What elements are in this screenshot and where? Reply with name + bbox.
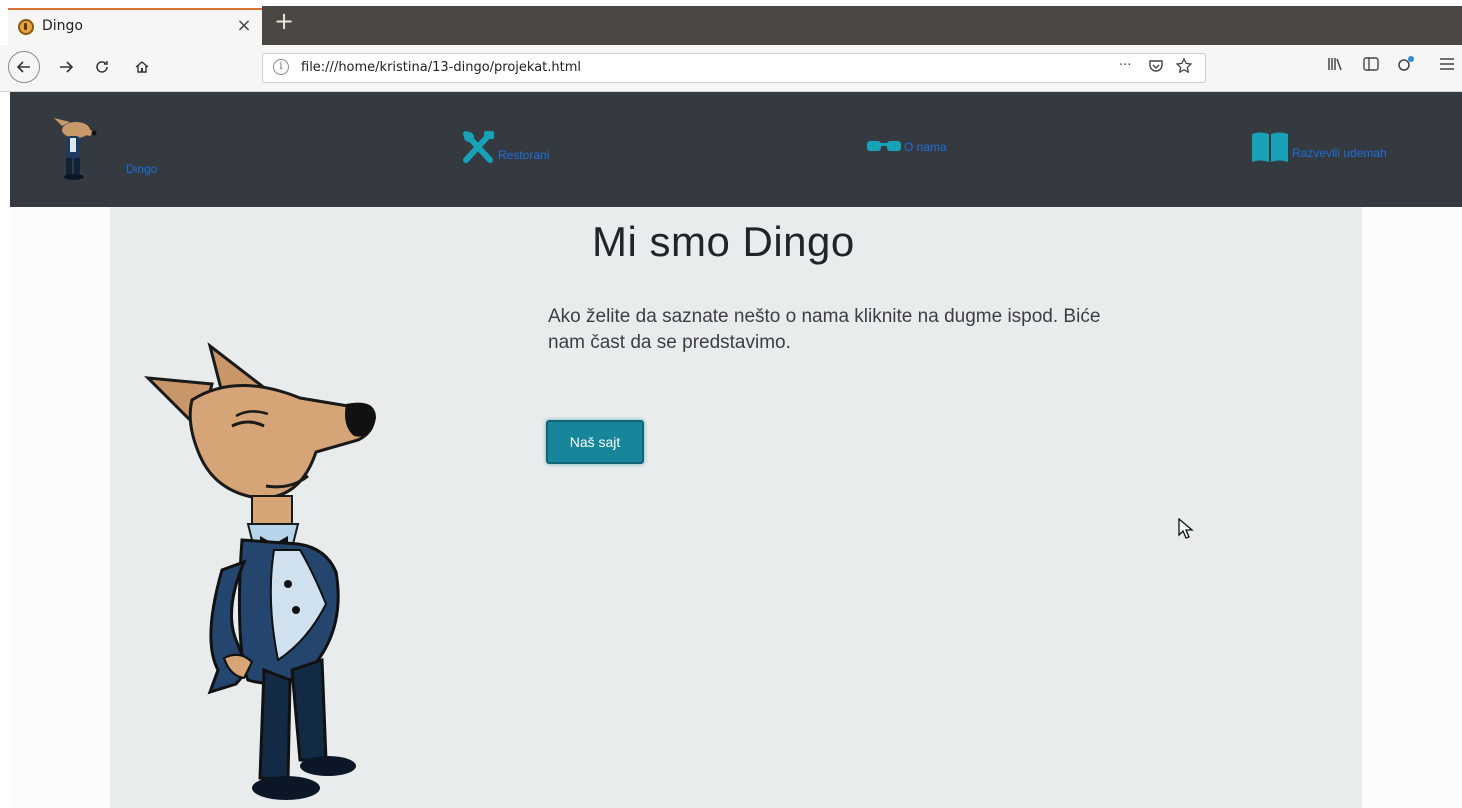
nav-item-restorani[interactable]: Restorani	[460, 130, 549, 166]
library-icon[interactable]	[1326, 55, 1344, 77]
reload-button[interactable]	[88, 53, 116, 81]
nav-label-book: Razvevili udemah	[1292, 146, 1387, 160]
browser-tab[interactable]: Dingo ×	[8, 8, 262, 45]
hero-title: Mi smo Dingo	[592, 218, 855, 265]
menu-icon[interactable]	[1438, 55, 1456, 77]
forward-arrow-icon	[60, 61, 74, 73]
sidebar-icon[interactable]	[1362, 55, 1380, 77]
page-actions-icon[interactable]: ···	[1119, 58, 1131, 73]
back-button[interactable]	[8, 51, 40, 83]
close-tab-button[interactable]: ×	[234, 14, 254, 38]
bookmark-star-icon[interactable]	[1175, 57, 1193, 79]
reload-icon	[96, 61, 108, 73]
nav-item-dingo[interactable]: Dingo	[48, 114, 157, 180]
site-header: Dingo Restorani O nama Razvevili udemah	[10, 92, 1462, 207]
hero-description: Ako želite da saznate nešto o nama klikn…	[548, 306, 1101, 353]
nas-sajt-button[interactable]: Naš sajt	[546, 420, 644, 464]
back-arrow-icon	[16, 61, 30, 73]
tab-title: Dingo	[42, 18, 83, 34]
new-tab-button[interactable]: +	[272, 9, 296, 34]
extension-icon[interactable]	[1396, 55, 1416, 77]
dingo-mascot-illustration	[143, 342, 376, 800]
pocket-icon[interactable]	[1147, 57, 1165, 79]
dingo-logo-icon	[54, 118, 97, 180]
forward-button[interactable]	[52, 53, 80, 81]
mouse-pointer-icon	[1178, 518, 1194, 539]
browser-tabstrip: Dingo × +	[0, 0, 1462, 45]
nav-item-book[interactable]: Razvevili udemah	[1250, 130, 1387, 164]
browser-navbar: i file:///home/kristina/13-dingo/projeka…	[0, 45, 1462, 92]
url-text: file:///home/kristina/13-dingo/projekat.…	[301, 60, 582, 75]
nav-label-restorani: Restorani	[498, 148, 550, 162]
site-info-icon[interactable]: i	[273, 59, 289, 75]
nav-label-o-nama: O nama	[904, 140, 947, 154]
glasses-icon	[867, 141, 901, 151]
nav-label-dingo: Dingo	[126, 162, 158, 176]
book-icon	[1252, 132, 1288, 162]
utensils-icon	[463, 131, 494, 163]
home-icon	[135, 61, 149, 73]
home-button[interactable]	[128, 53, 156, 81]
url-bar[interactable]: i file:///home/kristina/13-dingo/projeka…	[262, 53, 1206, 83]
favicon-icon	[18, 19, 34, 35]
tabstrip-background	[262, 6, 1462, 45]
nav-item-o-nama[interactable]: O nama	[866, 138, 947, 158]
